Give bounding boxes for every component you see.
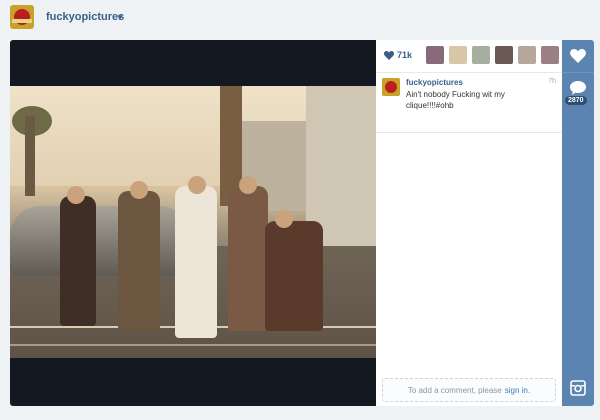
heart-icon xyxy=(570,49,586,63)
likes-count-label: 71k xyxy=(397,50,413,60)
liker-avatar[interactable] xyxy=(541,46,559,64)
add-comment-text: To add a comment, please xyxy=(407,385,502,395)
add-comment-prompt: To add a comment, please sign in. xyxy=(382,378,556,402)
like-button[interactable] xyxy=(562,40,594,73)
header-username[interactable]: fuckyopictures xyxy=(46,11,124,23)
liker-avatar[interactable] xyxy=(449,46,467,64)
comment-username[interactable]: fuckyopictures xyxy=(406,78,463,87)
comment-text: Ain't nobody Fucking wit my clique!!!!#o… xyxy=(406,90,505,110)
liker-avatar[interactable] xyxy=(426,46,444,64)
action-rail: 2870 xyxy=(562,40,594,406)
comment-avatar[interactable] xyxy=(382,78,400,96)
avatar[interactable] xyxy=(10,5,34,29)
post-sidebar: 71k fuckyopictures 7h Ain't nobody Fucki… xyxy=(376,40,562,406)
caption-comment: fuckyopictures 7h Ain't nobody Fucking w… xyxy=(376,72,562,133)
sign-in-link[interactable]: sign in. xyxy=(505,386,530,395)
likes-row: 71k xyxy=(376,40,562,73)
comment-time: 7h xyxy=(548,78,556,85)
post-photo xyxy=(10,86,376,358)
liker-avatar[interactable] xyxy=(495,46,513,64)
post-media[interactable] xyxy=(10,40,376,406)
comment-count-badge: 2870 xyxy=(565,96,587,105)
chevron-down-icon[interactable]: ▼ xyxy=(116,13,124,22)
liker-avatar[interactable] xyxy=(518,46,536,64)
top-bar: fuckyopictures ▼ xyxy=(0,0,600,40)
comment-icon xyxy=(570,81,586,95)
heart-icon xyxy=(384,50,394,60)
likes-count[interactable]: 71k xyxy=(384,50,412,60)
liker-avatar[interactable] xyxy=(472,46,490,64)
instagram-icon[interactable] xyxy=(570,380,586,401)
